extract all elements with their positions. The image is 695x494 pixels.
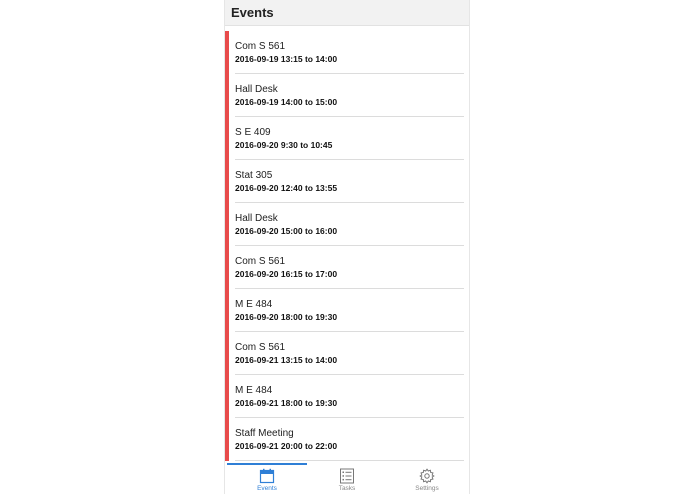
- event-time: 2016-09-19 13:15 to 14:00: [235, 54, 338, 64]
- event-name: M E 484: [235, 385, 273, 396]
- tab-label: Tasks: [338, 485, 356, 492]
- event-list[interactable]: Com S 561 2016-09-19 13:15 to 14:00 Hall…: [225, 31, 464, 463]
- event-time: 2016-09-21 20:00 to 22:00: [235, 441, 338, 451]
- event-time: 2016-09-20 12:40 to 13:55: [235, 183, 338, 193]
- tab-events[interactable]: Events: [227, 465, 307, 494]
- event-name: Hall Desk: [235, 213, 278, 224]
- event-name: Hall Desk: [235, 84, 278, 95]
- list-item[interactable]: M E 484 2016-09-20 18:00 to 19:30: [225, 289, 464, 332]
- tab-label: Settings: [415, 485, 439, 492]
- event-time: 2016-09-21 18:00 to 19:30: [235, 398, 338, 408]
- event-name: Com S 561: [235, 256, 286, 267]
- calendar-icon: [259, 468, 275, 484]
- list-icon: [340, 468, 354, 484]
- event-time: 2016-09-20 9:30 to 10:45: [235, 140, 333, 150]
- event-name: Staff Meeting: [235, 428, 294, 439]
- list-item[interactable]: Com S 561 2016-09-20 16:15 to 17:00: [225, 246, 464, 289]
- event-time: 2016-09-20 18:00 to 19:30: [235, 312, 338, 322]
- list-item[interactable]: Com S 561 2016-09-19 13:15 to 14:00: [225, 31, 464, 74]
- tab-label: Events: [257, 485, 277, 492]
- list-item[interactable]: Com S 561 2016-09-21 13:15 to 14:00: [225, 332, 464, 375]
- tab-settings[interactable]: Settings: [387, 465, 467, 494]
- list-item[interactable]: Hall Desk 2016-09-20 15:00 to 16:00: [225, 203, 464, 246]
- page-title: Events: [231, 5, 274, 20]
- list-item[interactable]: M E 484 2016-09-21 18:00 to 19:30: [225, 375, 464, 418]
- event-time: 2016-09-19 14:00 to 15:00: [235, 97, 338, 107]
- event-time: 2016-09-20 15:00 to 16:00: [235, 226, 338, 236]
- list-item[interactable]: Staff Meeting 2016-09-21 20:00 to 22:00: [225, 418, 464, 461]
- event-name: S E 409: [235, 127, 271, 138]
- tab-tasks[interactable]: Tasks: [307, 465, 387, 494]
- list-item[interactable]: Hall Desk 2016-09-19 14:00 to 15:00: [225, 74, 464, 117]
- gear-icon: [419, 468, 435, 484]
- app-window: Events Com S 561 2016-09-19 13:15 to 14:…: [224, 0, 470, 494]
- event-name: M E 484: [235, 299, 273, 310]
- event-name: Com S 561: [235, 342, 286, 353]
- app-header: Events: [225, 0, 469, 26]
- list-item[interactable]: Stat 305 2016-09-20 12:40 to 13:55: [225, 160, 464, 203]
- list-item[interactable]: S E 409 2016-09-20 9:30 to 10:45: [225, 117, 464, 160]
- bottom-tab-bar: Events Tasks Settings: [225, 463, 469, 494]
- event-time: 2016-09-20 16:15 to 17:00: [235, 269, 338, 279]
- event-time: 2016-09-21 13:15 to 14:00: [235, 355, 338, 365]
- event-name: Com S 561: [235, 41, 286, 52]
- event-name: Stat 305: [235, 170, 273, 181]
